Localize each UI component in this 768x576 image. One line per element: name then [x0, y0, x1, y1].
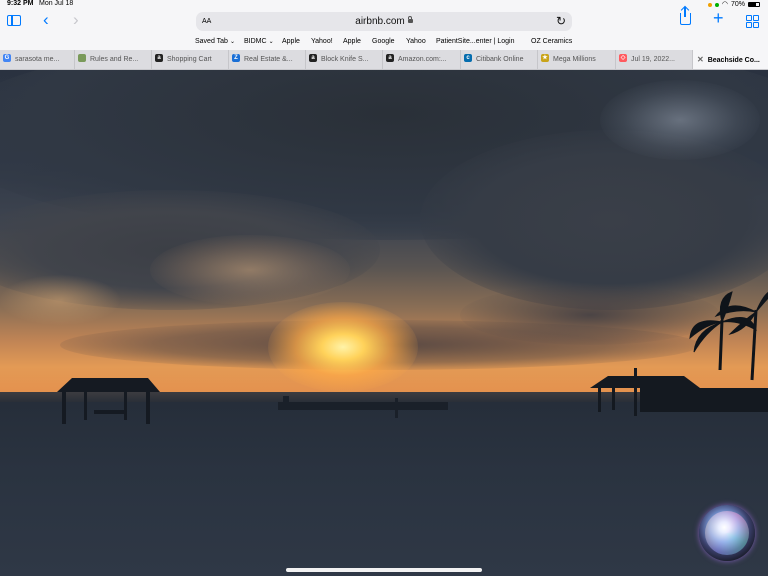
tab-label: Jul 19, 2022... [631, 56, 675, 63]
status-time: 9:32 PM [7, 0, 34, 7]
bookmark-yahoo[interactable]: Yahoo [406, 38, 426, 45]
back-icon[interactable]: ‹ [43, 11, 49, 28]
url-display[interactable]: airbnb.com [196, 16, 572, 27]
tab-label: Block Knife S... [321, 56, 369, 63]
tab-label: Citibank Online [476, 56, 524, 63]
tab-label: Amazon.com:... [398, 56, 447, 63]
amazon-icon: a [155, 54, 163, 63]
tab-amazon[interactable]: a Amazon.com:... [383, 50, 461, 69]
url-text: airbnb.com [355, 16, 405, 27]
web-content-photo[interactable] [0, 70, 768, 576]
bookmark-oz-ceramics[interactable]: OZ Ceramics [531, 38, 572, 45]
bookmark-yahoo-exclaim[interactable]: Yahoo! [311, 38, 333, 45]
amazon-icon: a [386, 54, 394, 63]
location-icon [707, 2, 712, 7]
sidebar-icon[interactable] [7, 15, 21, 26]
tab-sarasota[interactable]: Gsarasota me... [0, 50, 75, 69]
tab-strip: Gsarasota me... Rules and Re... a Shoppin… [0, 50, 768, 70]
zillow-icon: Z [232, 54, 240, 63]
tab-real-estate[interactable]: Z Real Estate &... [229, 50, 306, 69]
amazon-icon: a [309, 54, 317, 63]
bookmark-apple-2[interactable]: Apple [343, 38, 361, 45]
battery-percent: 70% [730, 1, 745, 8]
tab-mega-millions[interactable]: ★ Mega Millions [538, 50, 616, 69]
citibank-icon: c [464, 54, 472, 63]
bookmark-apple[interactable]: Apple [282, 38, 300, 45]
bookmarks-bar: Saved Tab ⌄ BIDMC ⌄ Apple Yahoo! Apple Goo… [0, 34, 768, 50]
tab-label: Real Estate &... [244, 56, 293, 63]
tab-label: sarasota me... [15, 56, 60, 63]
tab-shopping-cart[interactable]: a Shopping Cart [152, 50, 229, 69]
tab-label: Rules and Re... [90, 56, 139, 63]
bookmark-label: BIDMC [244, 38, 267, 45]
left-cabana [57, 378, 160, 424]
status-date: Mon Jul 18 [39, 0, 74, 7]
tab-airbnb-jul19[interactable]: ◇ Jul 19, 2022... [616, 50, 693, 69]
site-thumbnail-icon [78, 54, 86, 63]
forward-icon[interactable]: › [73, 11, 79, 28]
lock-icon [407, 16, 413, 23]
mega-millions-icon: ★ [541, 54, 549, 63]
chevron-down-icon: ⌄ [268, 39, 274, 45]
palm-trees [689, 291, 768, 381]
bookmark-saved-tab[interactable]: Saved Tab ⌄ [195, 38, 235, 45]
bookmark-bidmc[interactable]: BIDMC ⌄ [244, 38, 274, 45]
home-indicator[interactable] [286, 568, 482, 572]
battery-fill [749, 3, 756, 6]
tab-label: Mega Millions [553, 56, 596, 63]
camera-in-use-icon [714, 2, 719, 7]
tab-rules[interactable]: Rules and Re... [75, 50, 152, 69]
tab-citibank[interactable]: c Citibank Online [461, 50, 538, 69]
tab-beachside-active[interactable]: ✕ Beachside Co... [693, 50, 768, 69]
close-icon[interactable]: ✕ [697, 55, 704, 64]
bookmark-patientsite[interactable]: PatientSite...enter | Login [436, 38, 514, 45]
chevron-down-icon: ⌄ [229, 39, 235, 45]
share-icon[interactable] [680, 7, 691, 25]
tab-label: Shopping Cart [167, 56, 212, 63]
browser-toolbar: ‹ › AA airbnb.com ↻ + [0, 7, 768, 34]
beach-chairs [278, 396, 448, 418]
battery-icon [748, 2, 760, 7]
siri-orb-icon[interactable] [699, 505, 755, 561]
plus-icon[interactable]: + [713, 9, 724, 27]
beach-silhouettes [57, 291, 768, 424]
status-bar: 9:32 PM Mon Jul 18 ◠ 70% [0, 0, 768, 9]
tabs-icon[interactable] [746, 15, 759, 28]
bookmark-google[interactable]: Google [372, 38, 395, 45]
tab-label: Beachside Co... [707, 57, 760, 64]
address-bar[interactable]: AA airbnb.com ↻ [196, 12, 572, 31]
airbnb-icon: ◇ [619, 54, 627, 63]
bookmark-label: Saved Tab [195, 38, 228, 45]
google-icon: G [3, 54, 11, 63]
right-cabana [590, 368, 768, 416]
reload-icon[interactable]: ↻ [556, 14, 566, 28]
tab-block-knife[interactable]: a Block Knife S... [306, 50, 383, 69]
